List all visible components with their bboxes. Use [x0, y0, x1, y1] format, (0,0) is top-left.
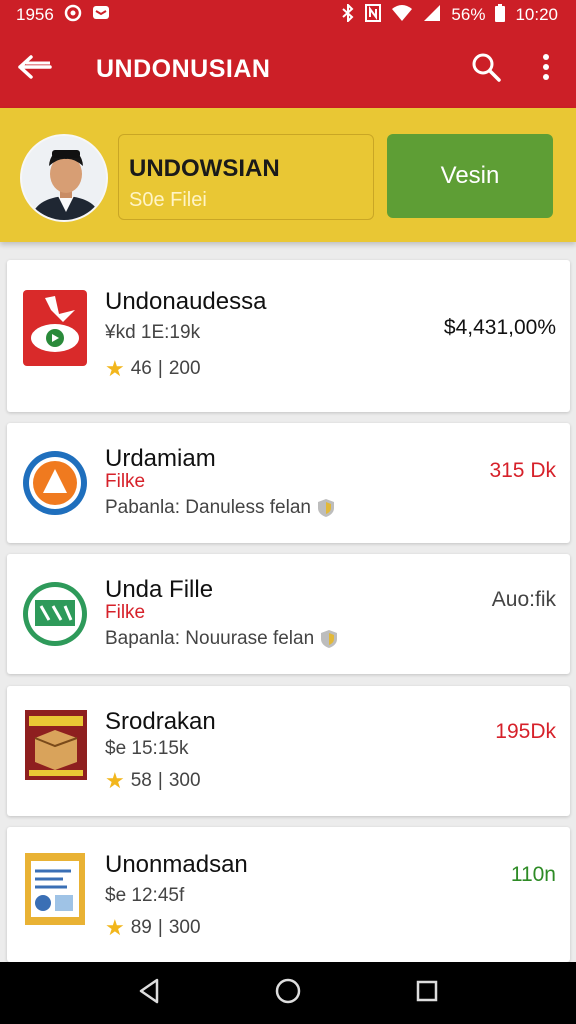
item-subtitle: Filke [105, 471, 146, 492]
list-item[interactable]: Undonaudessa ¥kd 1E:19k ★ 46 | 200 $4,43… [7, 260, 570, 412]
item-subtitle: $e 15:15k [105, 738, 189, 759]
nav-home-icon [274, 977, 302, 1010]
profile-name: UNDOWSIAN [129, 155, 280, 182]
item-description: Bapanla: Nouurase felan [105, 628, 338, 650]
battery-percent: 56% [451, 5, 486, 24]
list-item[interactable]: Unonmadsan $e 12:45f ★ 89 | 300 110n [7, 827, 570, 962]
app-logo-icon [21, 290, 89, 366]
item-description-text: Bapanla: Nouurase felan [105, 628, 315, 649]
search-icon [471, 52, 501, 87]
signal-icon [423, 4, 441, 26]
avatar[interactable] [20, 134, 108, 222]
rating-value: 58 [130, 770, 152, 791]
item-price: Auo:fik [491, 588, 556, 611]
app-logo-icon [21, 445, 89, 521]
star-icon: ★ [105, 356, 125, 381]
nav-recents-icon [415, 979, 439, 1008]
item-rating: ★ 58 | 300 [105, 768, 201, 794]
primary-action-button[interactable]: Vesin [387, 134, 553, 218]
item-subtitle: Filke [105, 602, 146, 623]
list-item[interactable]: Urdamiam Filke Pabanla: Danuless felan 3… [7, 423, 570, 543]
app-title: UNDONUSIAN [96, 54, 271, 83]
bluetooth-icon [341, 2, 355, 26]
star-icon: ★ [105, 915, 125, 940]
item-rating: ★ 89 | 300 [105, 915, 201, 941]
rating-value: 89 [130, 917, 152, 938]
item-subtitle: ¥kd 1E:19k [105, 322, 201, 343]
verified-shield-icon [317, 498, 335, 518]
nav-home-button[interactable] [258, 962, 318, 1024]
wifi-icon [391, 4, 413, 26]
item-price: $4,431,00% [443, 316, 556, 339]
nav-back-button[interactable] [119, 962, 179, 1024]
profile-banner: UNDOWSIAN S0e Filei Vesin [0, 108, 576, 242]
back-arrow-icon [18, 54, 52, 85]
back-button[interactable] [0, 30, 70, 108]
list-item[interactable]: Srodrakan $e 15:15k ★ 58 | 300 195Dk [7, 686, 570, 816]
nav-back-icon [137, 978, 161, 1009]
item-name: Srodrakan [105, 708, 216, 735]
review-count: 200 [168, 358, 201, 379]
app-logo-icon [21, 576, 89, 652]
more-vert-icon [542, 53, 550, 86]
review-count: 300 [168, 770, 201, 791]
item-description-text: Pabanla: Danuless felan [105, 497, 311, 518]
search-button[interactable] [456, 30, 516, 108]
item-name: Unonmadsan [105, 851, 248, 878]
item-name: Unda Fille [105, 576, 214, 603]
notification-icon [64, 4, 82, 26]
verified-shield-icon [320, 629, 338, 649]
system-nav-bar [0, 962, 576, 1024]
app-logo-icon [21, 708, 89, 784]
list-item[interactable]: Unda Fille Filke Bapanla: Nouurase felan… [7, 554, 570, 674]
profile-subtitle: S0e Filei [129, 189, 207, 211]
status-bar: 1956 56% 10:20 [0, 0, 576, 30]
rating-separator: | [157, 770, 163, 791]
battery-icon [495, 4, 506, 26]
item-description: Pabanla: Danuless felan [105, 497, 335, 519]
nav-recents-button[interactable] [397, 962, 457, 1024]
star-icon: ★ [105, 768, 125, 793]
profile-info-box[interactable]: UNDOWSIAN S0e Filei [118, 134, 374, 220]
rating-separator: | [157, 917, 163, 938]
overflow-menu-button[interactable] [516, 30, 576, 108]
item-rating: ★ 46 | 200 [105, 356, 201, 382]
nfc-icon [365, 4, 382, 26]
rating-separator: | [157, 358, 163, 379]
item-price: 110n [510, 863, 556, 886]
rating-value: 46 [130, 358, 152, 379]
app-bar: UNDONUSIAN [0, 30, 576, 108]
item-name: Urdamiam [105, 445, 216, 472]
item-price: 195Dk [495, 720, 556, 743]
app-logo-icon [21, 851, 89, 927]
message-icon [92, 4, 110, 26]
item-name: Undonaudessa [105, 288, 267, 315]
item-subtitle: $e 12:45f [105, 885, 185, 906]
status-clock: 10:20 [515, 5, 558, 24]
review-count: 300 [168, 917, 201, 938]
status-time-left: 1956 [16, 5, 54, 24]
item-price: 315 Dk [489, 459, 556, 482]
